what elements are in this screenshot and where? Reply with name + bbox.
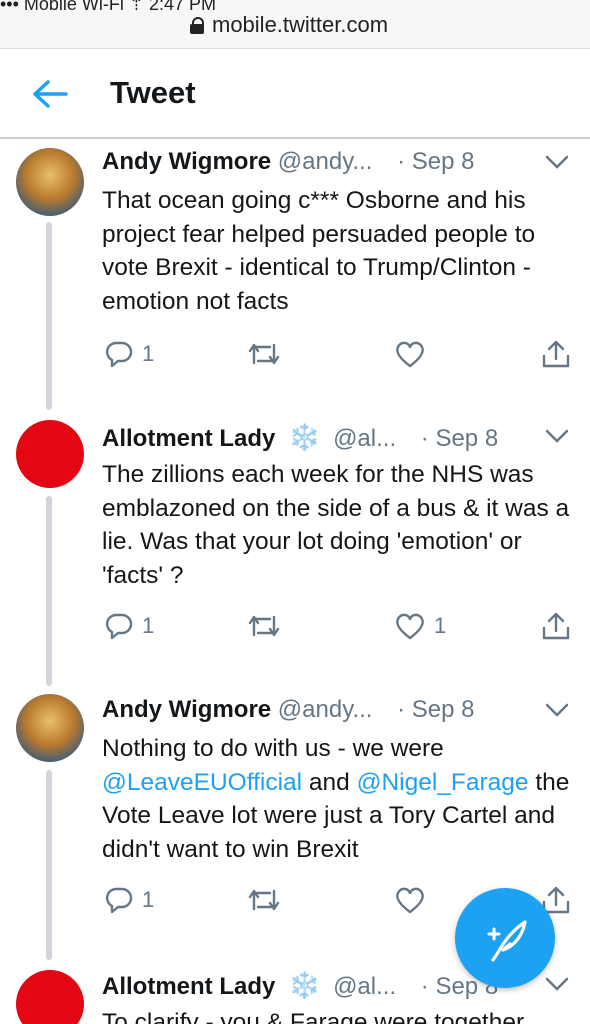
retweet-icon xyxy=(248,343,280,365)
avatar[interactable] xyxy=(16,148,84,216)
retweet-icon xyxy=(248,615,280,637)
chevron-down-icon[interactable] xyxy=(544,154,570,170)
avatar[interactable] xyxy=(16,420,84,488)
status-left: ••• Mobile Wi-Fi ⇡ 2:47 PM xyxy=(0,0,217,14)
reply-icon xyxy=(105,341,133,368)
tweet-actions: 1 xyxy=(100,336,580,376)
page-title: Tweet xyxy=(110,75,196,110)
avatar[interactable] xyxy=(16,970,84,1024)
tweet-date[interactable]: Sep 8 xyxy=(412,148,475,175)
tweet-actions: 1 1 xyxy=(100,608,580,648)
tweet-date[interactable]: Sep 8 xyxy=(435,425,498,452)
text-segment: Nothing to do with us - we were xyxy=(102,735,444,762)
thread-line xyxy=(46,496,52,686)
like-button[interactable]: 1 xyxy=(394,608,446,644)
page-header: Tweet xyxy=(0,49,590,139)
author-handle[interactable]: @andy... xyxy=(278,148,373,175)
author-handle[interactable]: @al... xyxy=(333,973,396,1000)
reply-count: 1 xyxy=(142,887,155,912)
separator-dot: · xyxy=(397,696,406,723)
tweet-text: To clarify - you & Farage were together xyxy=(102,1009,525,1024)
share-icon xyxy=(542,612,570,640)
reply-count: 1 xyxy=(142,341,155,366)
reply-button[interactable]: 1 xyxy=(104,336,154,372)
separator-dot: · xyxy=(420,973,429,1000)
tweet-header: Andy Wigmore @andy... · Sep 8 xyxy=(102,148,475,176)
back-arrow-icon[interactable] xyxy=(30,77,70,111)
author-handle[interactable]: @andy... xyxy=(278,696,373,723)
tweet-header: Allotment Lady ❄️ @al... · Sep 8 xyxy=(102,422,498,453)
compose-feather-icon xyxy=(487,920,527,962)
tweet-2[interactable]: Allotment Lady ❄️ @al... · Sep 8 The zil… xyxy=(0,414,590,686)
tweet-header: Andy Wigmore @andy... · Sep 8 xyxy=(102,696,475,724)
snowflake-emoji: ❄️ xyxy=(288,422,321,452)
tweet-1[interactable]: Andy Wigmore @andy... · Sep 8 That ocean… xyxy=(0,140,590,410)
address-bar[interactable]: mobile.twitter.com xyxy=(190,12,388,38)
reply-button[interactable]: 1 xyxy=(104,882,154,918)
tweet-header: Allotment Lady ❄️ @al... · Sep 8 xyxy=(102,970,498,1001)
thread-line xyxy=(46,770,52,960)
tweet-text: Nothing to do with us - we were @LeaveEU… xyxy=(102,732,582,866)
text-segment: and xyxy=(302,768,357,796)
retweet-button[interactable] xyxy=(246,336,282,372)
author-name[interactable]: Andy Wigmore xyxy=(102,148,271,175)
author-name[interactable]: Allotment Lady xyxy=(102,425,275,452)
tweet-text: That ocean going c*** Osborne and his pr… xyxy=(102,187,536,315)
separator-dot: · xyxy=(420,425,429,452)
tweet-date[interactable]: Sep 8 xyxy=(412,696,475,723)
reply-count: 1 xyxy=(142,613,155,638)
reply-icon xyxy=(105,613,133,640)
share-icon xyxy=(542,340,570,368)
reply-icon xyxy=(105,887,133,914)
avatar[interactable] xyxy=(16,694,84,762)
author-name[interactable]: Allotment Lady xyxy=(102,973,275,1000)
like-count: 1 xyxy=(434,613,447,638)
chevron-down-icon[interactable] xyxy=(544,702,570,718)
like-button[interactable] xyxy=(394,336,426,372)
heart-icon xyxy=(396,341,424,368)
heart-icon xyxy=(396,613,424,640)
snowflake-emoji: ❄️ xyxy=(288,970,321,1000)
url-text: mobile.twitter.com xyxy=(212,12,389,37)
share-button[interactable] xyxy=(540,336,572,372)
lock-icon xyxy=(190,17,204,34)
separator-dot: · xyxy=(397,148,406,175)
heart-icon xyxy=(396,887,424,914)
author-name[interactable]: Andy Wigmore xyxy=(102,696,271,723)
thread-line xyxy=(46,222,52,410)
reply-button[interactable]: 1 xyxy=(104,608,154,644)
retweet-button[interactable] xyxy=(246,608,282,644)
compose-tweet-button[interactable] xyxy=(455,888,555,988)
browser-status-bar: ••• Mobile Wi-Fi ⇡ 2:47 PM mobile.twitte… xyxy=(0,0,590,49)
mention-link[interactable]: @Nigel_Farage xyxy=(357,769,529,796)
like-button[interactable] xyxy=(394,882,426,918)
chevron-down-icon[interactable] xyxy=(544,428,570,444)
share-button[interactable] xyxy=(540,608,572,644)
retweet-icon xyxy=(248,889,280,911)
mention-link[interactable]: @LeaveEUOfficial xyxy=(102,769,302,796)
tweet-text: The zillions each week for the NHS was e… xyxy=(102,461,570,589)
retweet-button[interactable] xyxy=(246,882,282,918)
author-handle[interactable]: @al... xyxy=(333,425,396,452)
